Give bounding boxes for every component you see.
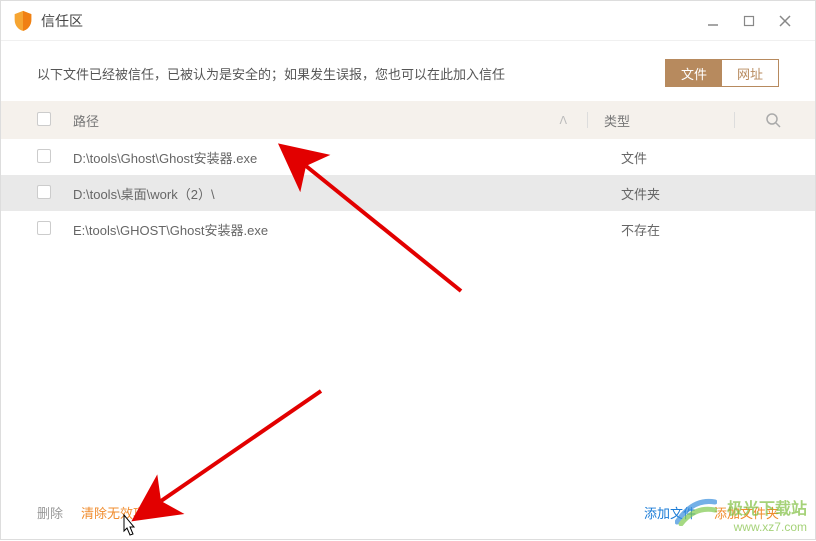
row-checkbox[interactable] bbox=[37, 221, 51, 235]
window-title: 信任区 bbox=[41, 11, 83, 31]
header-checkbox-cell bbox=[37, 112, 73, 129]
row-path: E:\tools\GHOST\Ghost安装器.exe bbox=[73, 220, 621, 239]
row-path: D:\tools\桌面\work（2）\ bbox=[73, 184, 621, 203]
footer: 删除 清除无效项 添加文件 添加文件夹 bbox=[1, 485, 815, 539]
titlebar: 信任区 bbox=[1, 1, 815, 41]
header-divider-2 bbox=[734, 112, 735, 128]
header-type-label: 类型 bbox=[604, 114, 630, 129]
sort-caret-icon: ᐱ bbox=[559, 114, 567, 127]
header-path[interactable]: 路径 ᐱ bbox=[73, 111, 587, 130]
delete-button[interactable]: 删除 bbox=[37, 503, 63, 522]
table-row[interactable]: D:\tools\Ghost\Ghost安装器.exe 文件 bbox=[1, 139, 815, 175]
header-type[interactable]: 类型 bbox=[604, 111, 734, 130]
row-type: 不存在 bbox=[621, 220, 815, 239]
info-text: 以下文件已经被信任，已被认为是安全的；如果发生误报，您也可以在此加入信任 bbox=[37, 64, 665, 83]
row-path: D:\tools\Ghost\Ghost安装器.exe bbox=[73, 148, 621, 167]
header-path-label: 路径 bbox=[73, 111, 99, 130]
row-checkbox[interactable] bbox=[37, 185, 51, 199]
tab-group: 文件 网址 bbox=[665, 59, 779, 87]
minimize-button[interactable] bbox=[695, 5, 731, 37]
header-search[interactable] bbox=[751, 112, 815, 128]
maximize-button[interactable] bbox=[731, 5, 767, 37]
tab-file[interactable]: 文件 bbox=[666, 60, 722, 86]
shield-icon bbox=[13, 10, 33, 32]
table-row[interactable]: E:\tools\GHOST\Ghost安装器.exe 不存在 bbox=[1, 211, 815, 247]
select-all-checkbox[interactable] bbox=[37, 112, 51, 126]
search-icon bbox=[765, 112, 781, 128]
tab-url[interactable]: 网址 bbox=[722, 60, 778, 86]
add-folder-button[interactable]: 添加文件夹 bbox=[714, 503, 779, 522]
close-button[interactable] bbox=[767, 5, 803, 37]
row-type: 文件夹 bbox=[621, 184, 815, 203]
info-row: 以下文件已经被信任，已被认为是安全的；如果发生误报，您也可以在此加入信任 文件 … bbox=[1, 41, 815, 101]
table-header: 路径 ᐱ 类型 bbox=[1, 101, 815, 139]
header-divider bbox=[587, 112, 588, 128]
row-checkbox[interactable] bbox=[37, 149, 51, 163]
row-type: 文件 bbox=[621, 148, 815, 167]
add-file-button[interactable]: 添加文件 bbox=[644, 503, 696, 522]
table-row[interactable]: D:\tools\桌面\work（2）\ 文件夹 bbox=[1, 175, 815, 211]
clear-invalid-button[interactable]: 清除无效项 bbox=[81, 503, 146, 522]
